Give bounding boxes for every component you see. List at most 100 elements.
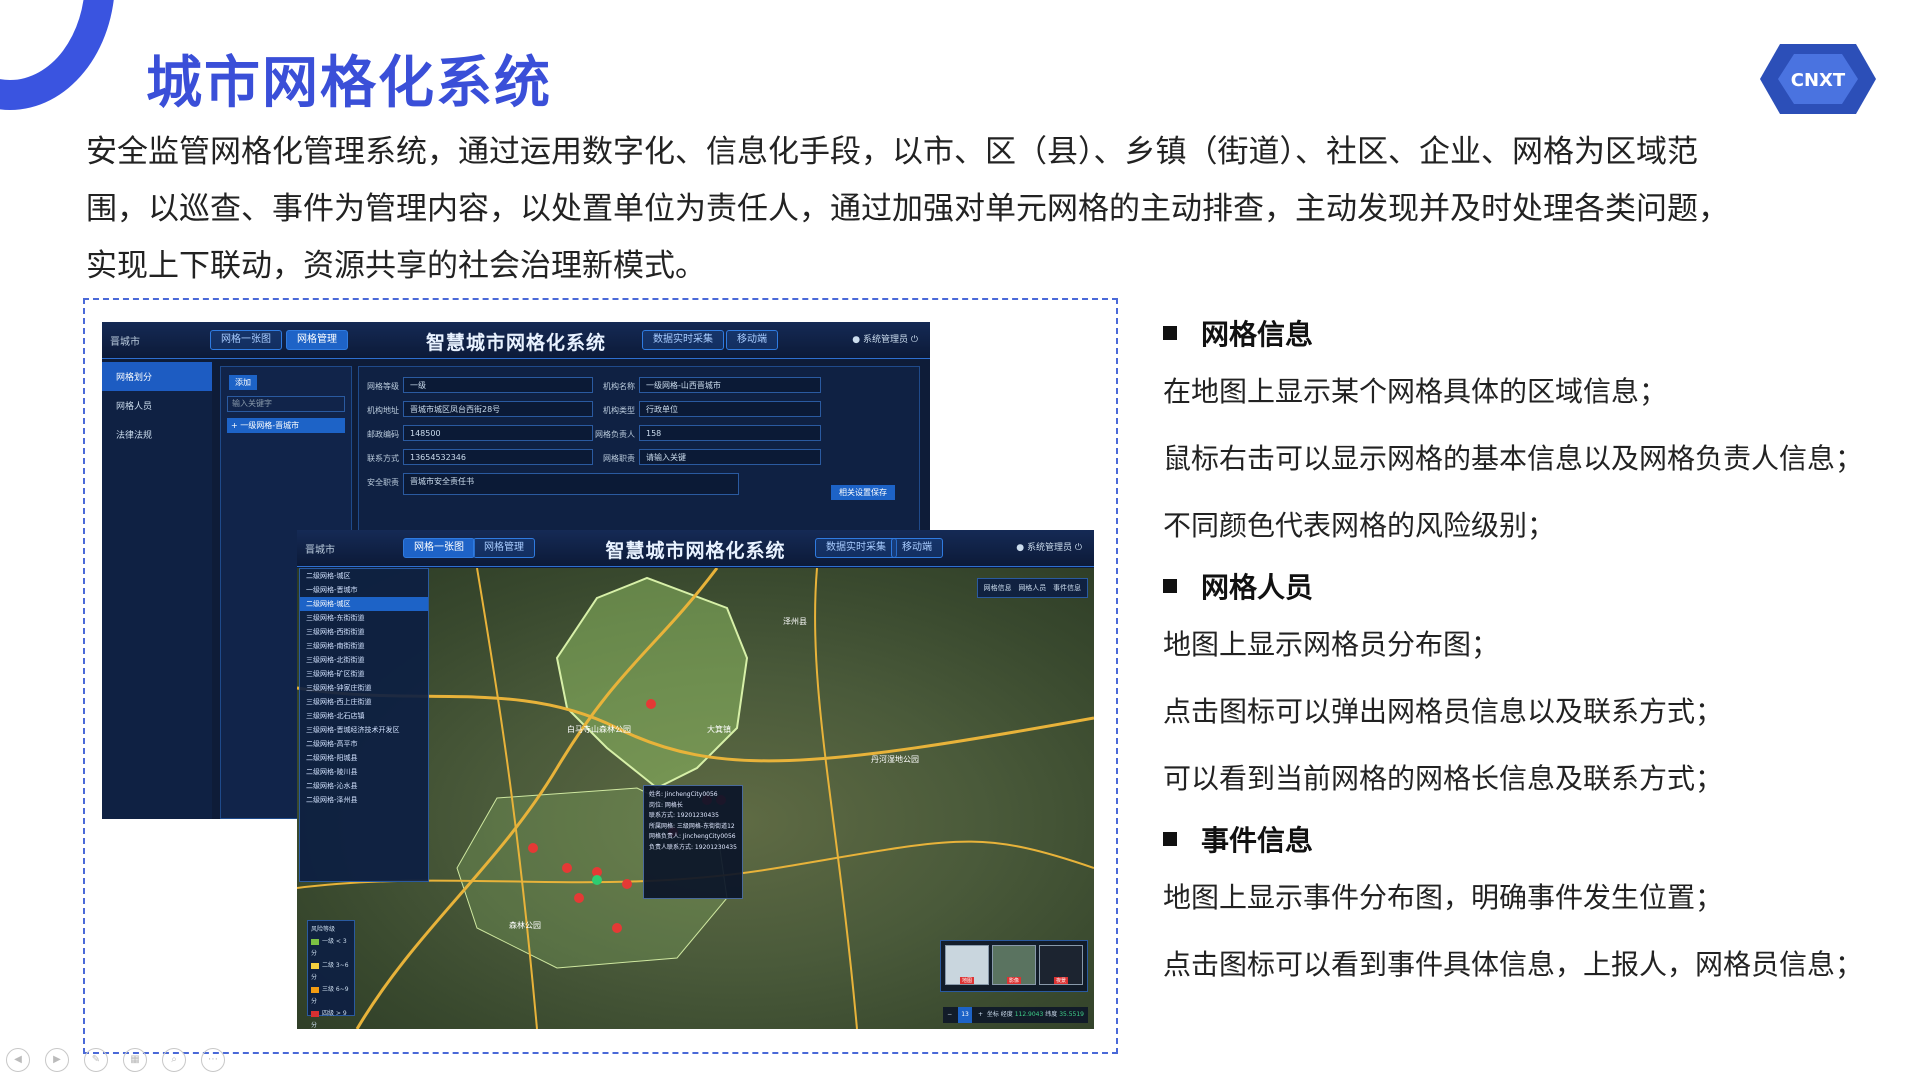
tree-item-selected[interactable]: 二级网格-城区	[300, 597, 428, 611]
tab-mobile[interactable]: 移动端	[726, 330, 778, 350]
popup-line: 联系方式: 19201230435	[649, 812, 719, 819]
add-button[interactable]: 添加	[229, 375, 257, 390]
tree-item[interactable]: 二级网格-陵川县	[300, 765, 428, 779]
section-title: 网格信息	[1201, 318, 1314, 351]
nav-item-grid-staff[interactable]: 网格人员	[102, 391, 212, 420]
field-label: 网格职责	[603, 454, 635, 463]
save-button[interactable]: 相关设置保存	[831, 485, 895, 500]
tree-item[interactable]: 三级网格-北街街道	[300, 653, 428, 667]
logo-text: CNXT	[1791, 70, 1846, 91]
tree-node-label: 一级网格-晋城市	[240, 421, 300, 430]
layer-grid-info[interactable]: 网格信息	[984, 584, 1012, 592]
tree-item[interactable]: 二级网格-沁水县	[300, 779, 428, 793]
left-nav: 网格划分 网格人员 法律法规	[102, 362, 212, 819]
legend-item: 四级 > 9分	[311, 1008, 351, 1029]
section-heading: 网格人员	[1163, 565, 1903, 611]
decorative-arc	[0, 0, 115, 110]
tree-item[interactable]: 三级网格-西上庄街道	[300, 695, 428, 709]
legend-swatch	[311, 986, 319, 993]
section-heading: 事件信息	[1163, 818, 1903, 864]
tab-realtime-data[interactable]: 数据实时采集	[815, 538, 897, 558]
grid-leader-input[interactable]: 158	[639, 425, 821, 441]
tree-item[interactable]: 二级网格-城区	[300, 569, 428, 583]
tree-item[interactable]: 三级网格-西街街道	[300, 625, 428, 639]
legend-item: 二级 3~6分	[311, 960, 351, 984]
user-area[interactable]: ● 系统管理员 ⏻	[852, 332, 918, 345]
map-label: 森林公园	[509, 920, 541, 930]
grid-view-icon[interactable]: ▦	[123, 1048, 147, 1072]
field-label: 机构类型	[603, 406, 635, 415]
tab-realtime-data[interactable]: 数据实时采集	[642, 330, 724, 350]
event-marker	[528, 843, 538, 853]
contact-input[interactable]: 13654532346	[403, 449, 593, 465]
field-label: 安全职责	[367, 478, 399, 487]
legend-title: 风险等级	[311, 926, 336, 933]
field-label: 机构名称	[603, 382, 635, 391]
grid-map-screenshot: 晋城市 网格一张图 网格管理 智慧城市网格化系统 数据实时采集 移动端 ● 系统…	[297, 530, 1094, 1029]
basemap-thumb-map[interactable]: 地图	[945, 945, 989, 985]
tab-mobile[interactable]: 移动端	[891, 538, 943, 558]
org-name-input[interactable]: 一级网格-山西晋城市	[639, 377, 821, 393]
tree-item[interactable]: 三级网格-晋城经济技术开发区	[300, 723, 428, 737]
more-icon[interactable]: ⋯	[201, 1048, 225, 1072]
legend-item: 三级 6~9分	[311, 984, 351, 1008]
thumb-label: 地图	[959, 977, 975, 984]
legend-swatch	[311, 938, 319, 945]
postal-code-input[interactable]: 148500	[403, 425, 593, 441]
app-title: 智慧城市网格化系统	[605, 540, 786, 562]
layer-events[interactable]: 事件信息	[1053, 584, 1081, 592]
org-type-select[interactable]: 行政单位	[639, 401, 821, 417]
nav-item-laws[interactable]: 法律法规	[102, 420, 212, 449]
field-label: 联系方式	[367, 454, 399, 463]
user-area[interactable]: ● 系统管理员 ⏻	[1016, 540, 1082, 553]
coord-lat-label: 纬度	[1045, 1011, 1058, 1018]
grid-level-select[interactable]: 一级	[403, 377, 593, 393]
zoom-icon[interactable]: ⌕	[162, 1048, 186, 1072]
tree-item[interactable]: 二级网格-阳城县	[300, 751, 428, 765]
bullet-square	[1163, 579, 1177, 593]
intro-paragraph: 安全监管网格化管理系统，通过运用数字化、信息化手段，以市、区（县）、乡镇（街道）…	[86, 134, 1729, 284]
map-label: 白马寺山森林公园	[567, 724, 631, 734]
bullet-square	[1163, 832, 1177, 846]
tree-item[interactable]: 三级网格-南街街道	[300, 639, 428, 653]
feature-line: 点击图标可以看到事件具体信息，上报人，网格员信息；	[1163, 948, 1864, 981]
basemap-thumb-satellite[interactable]: 影像	[992, 945, 1036, 985]
tree-item[interactable]: 二级网格-泽州县	[300, 793, 428, 807]
username: 系统管理员	[863, 335, 909, 345]
app-title: 智慧城市网格化系统	[425, 332, 606, 354]
map-statusbar: − 13 + 坐标 经度 112.9043 纬度 35.5519	[943, 1007, 1088, 1023]
feature-line: 鼠标右击可以显示网格的基本信息以及网格负责人信息；	[1163, 442, 1864, 475]
basemap-thumb-night[interactable]: 夜景	[1039, 945, 1083, 985]
nav-item-grid-division[interactable]: 网格划分	[102, 362, 212, 391]
next-slide-icon[interactable]: ▶	[45, 1048, 69, 1072]
field-label: 邮政编码	[367, 430, 399, 439]
search-input[interactable]: 输入关键字	[227, 396, 345, 412]
zoom-out-button[interactable]: −	[947, 1011, 952, 1018]
tree-item[interactable]: 三级网格-北石店镇	[300, 709, 428, 723]
tree-item[interactable]: 三级网格-矿区街道	[300, 667, 428, 681]
pen-icon[interactable]: ✎	[84, 1048, 108, 1072]
grid-duty-input[interactable]: 请输入关键	[639, 449, 821, 465]
popup-line: 所属网格: 三级网格-东街街道12	[649, 822, 735, 830]
tree-item[interactable]: 三级网格-钟家庄街道	[300, 681, 428, 695]
zoom-in-button[interactable]: +	[978, 1011, 983, 1018]
event-marker	[612, 923, 622, 933]
tree-item[interactable]: 二级网格-高平市	[300, 737, 428, 751]
layer-grid-staff[interactable]: 网格人员	[1018, 584, 1046, 592]
cnxt-logo: CNXT	[1760, 44, 1876, 114]
coord-lng: 112.9043	[1014, 1011, 1044, 1018]
tree-item[interactable]: 三级网格-东街街道	[300, 611, 428, 625]
tree-item[interactable]: 一级网格-晋城市	[300, 583, 428, 597]
map-label: 泽州县	[783, 617, 807, 626]
org-address-input[interactable]: 晋城市城区凤台西街28号	[403, 401, 593, 417]
risk-legend: 风险等级 一级 < 3分 二级 3~6分 三级 6~9分 四级 > 9分	[307, 920, 355, 1029]
section-title: 事件信息	[1201, 824, 1314, 857]
safety-duty-input[interactable]: 晋城市安全责任书	[403, 473, 739, 495]
prev-slide-icon[interactable]: ◀	[6, 1048, 30, 1072]
popup-line: 负责人联系方式: 19201230435	[649, 843, 737, 851]
legend-swatch	[311, 962, 319, 969]
popup-line: 岗位: 网格长	[649, 801, 683, 809]
staff-info-popup: 姓名: JinchengCity0056 岗位: 网格长 联系方式: 19201…	[643, 785, 743, 899]
popup-line: 姓名: JinchengCity0056	[649, 791, 718, 798]
tree-node-selected[interactable]: + 一级网格-晋城市	[227, 418, 345, 433]
